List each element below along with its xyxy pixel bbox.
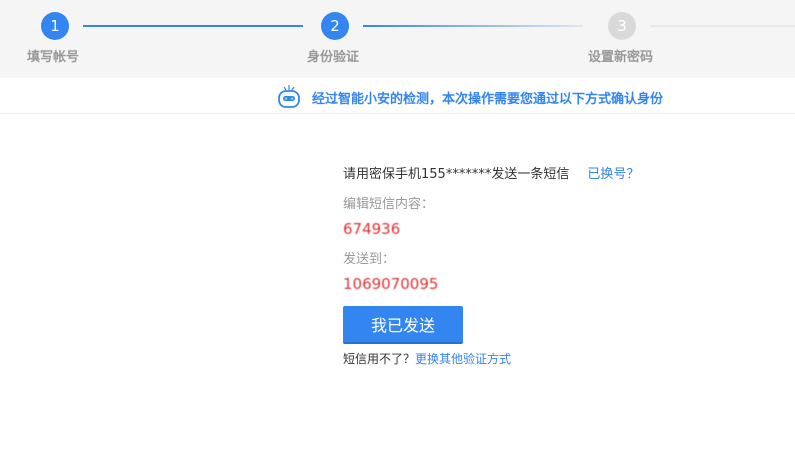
step-2-label: 身份验证 [307, 50, 360, 65]
step-1-circle: 1 [41, 12, 69, 40]
send-to-label: 发送到： [343, 252, 396, 267]
content-label: 编辑短信内容： [343, 197, 435, 212]
notice-text: 经过智能小安的检测，本次操作需要您通过以下方式确认身份 [312, 92, 664, 107]
progress-steps: 1 填写帐号 2 身份验证 3 设置新密码 [0, 0, 795, 78]
step-line-1 [83, 25, 303, 27]
other-verification-link[interactable]: 更换其他验证方式 [415, 352, 511, 366]
robot-icon [278, 85, 300, 108]
step-3-circle: 3 [608, 12, 636, 40]
step-line-3 [650, 25, 795, 27]
send-to-value: 1069070095 [343, 275, 439, 289]
notice-bar: 经过智能小安的检测，本次操作需要您通过以下方式确认身份 [0, 78, 795, 114]
step-2-circle: 2 [321, 12, 349, 40]
changed-number-link[interactable]: 已换号？ [587, 167, 639, 182]
step-line-2 [363, 25, 583, 27]
sms-instruction: 请用密保手机155*******发送一条短信 [343, 167, 570, 182]
sms-content-value: 674936 [343, 220, 401, 234]
sms-verification-panel: 请用密保手机155*******发送一条短信 已换号？ 编辑短信内容： 67493… [343, 163, 639, 367]
sent-button[interactable]: 我已发送 [343, 306, 463, 344]
step-1-label: 填写帐号 [27, 50, 80, 65]
step-3-label: 设置新密码 [588, 50, 654, 65]
alt-prefix: 短信用不了？ [343, 352, 416, 366]
